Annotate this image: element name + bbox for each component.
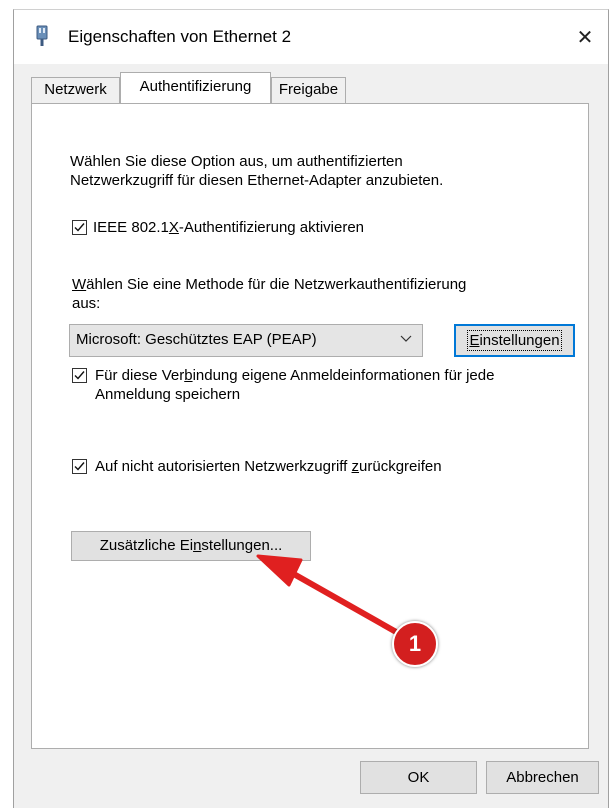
step-badge: 1 (392, 621, 438, 667)
annotation-arrow (256, 554, 408, 640)
tab-authentifizierung[interactable]: Authentifizierung (120, 72, 271, 103)
